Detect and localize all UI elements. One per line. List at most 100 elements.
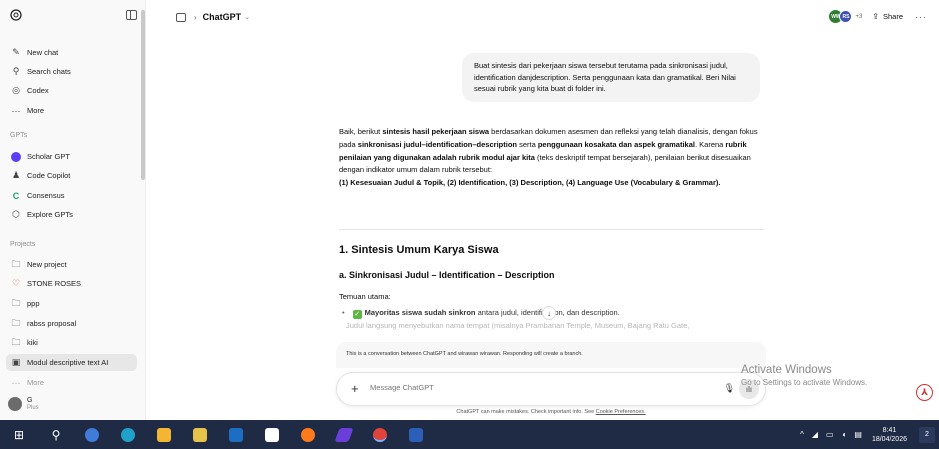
assistant-message: Baik, berikut sintesis hasil pekerjaan s… (339, 126, 764, 190)
branch-notice: This is a conversation between ChatGPT a… (336, 342, 766, 368)
sidebar-item-label: Modul descriptive text AI (27, 358, 109, 367)
breadcrumb: › ChatGPT ⌄ (176, 12, 250, 22)
sidebar-item-search-chats[interactable]: ⚲ Search chats (6, 63, 137, 80)
sidebar-toggle-icon[interactable] (126, 10, 137, 20)
message-input[interactable] (370, 383, 670, 392)
chevron-right-icon: › (194, 12, 197, 22)
sidebar-item-label: Codex (27, 86, 49, 95)
sidebar-item-modul-descriptive-text-ai[interactable]: ▣ Modul descriptive text AI (6, 354, 137, 371)
folder-plus-icon: 🗀 (11, 258, 21, 269)
chevron-down-icon[interactable]: ⌄ (244, 13, 250, 21)
user-message: Buat sintesis dari pekerjaan siswa terse… (462, 53, 760, 102)
more-icon: ··· (11, 377, 21, 388)
sidebar-item-label: ppp (27, 299, 40, 308)
sidebar-item-label: rabss proposal (27, 319, 77, 328)
avatar (8, 397, 22, 411)
subsection-heading: a. Sinkronisasi Judul – Identification –… (339, 270, 555, 280)
cookie-preferences-link[interactable]: Cookie Preferences. (596, 409, 646, 415)
sidebar-item-more[interactable]: ··· More (6, 102, 137, 119)
clock-time: 8:41 (882, 426, 897, 434)
folder-icon: ▣ (11, 357, 21, 367)
folder-icon: 🗀 (11, 317, 21, 328)
consensus-icon: C (12, 190, 20, 201)
answer-text: Baik, berikut (339, 127, 383, 136)
sidebar-item-consensus[interactable]: C Consensus (6, 187, 137, 204)
bullet-bold: Mayoritas siswa sudah sinkron (364, 308, 476, 317)
sidebar-item-label: New chat (27, 48, 59, 57)
sidebar: ✎ New chat ⚲ Search chats ◎ Codex ··· Mo… (0, 0, 146, 420)
acrobat-icon[interactable]: ⅄ (916, 384, 933, 401)
folder-icon: 🗀 (11, 297, 21, 308)
sidebar-item-label: Consensus (27, 191, 65, 200)
word-icon[interactable] (398, 420, 434, 449)
firefox-icon[interactable] (290, 420, 326, 449)
scroll-down-icon[interactable]: ↓ (542, 306, 556, 320)
outlook-icon[interactable] (218, 420, 254, 449)
clock-date: 18/04/2026 (871, 435, 907, 443)
store-icon[interactable] (182, 420, 218, 449)
header-actions: WW RS +3 ⇪ Share ··· (829, 10, 927, 23)
plus-icon[interactable]: + (351, 381, 359, 396)
sidebar-item-explore-gpts[interactable]: ⬡ Explore GPTs (6, 206, 137, 223)
sidebar-item-stone-roses[interactable]: ♡ STONE ROSES (6, 275, 137, 292)
project-icon[interactable] (176, 12, 186, 22)
rubric-criteria: (1) Kesesuaian Judul & Topik, (2) Identi… (339, 178, 721, 188)
code-copilot-icon: ♟ (11, 170, 21, 180)
edge-icon[interactable] (110, 420, 146, 449)
answer-bold: penggunaan kosakata dan aspek gramatikal (537, 139, 695, 149)
search-icon: ⚲ (12, 66, 20, 76)
bullet-dot: • (342, 308, 345, 317)
notification-icon[interactable]: 2 (919, 426, 935, 443)
search-icon[interactable]: ⚲ (38, 420, 74, 449)
more-options-icon[interactable]: ··· (915, 12, 927, 22)
sidebar-item-label: Search chats (27, 67, 71, 76)
more-icon: ··· (11, 105, 21, 116)
share-button[interactable]: ⇪ Share (872, 12, 903, 21)
chevron-up-icon[interactable]: ^ (800, 430, 804, 439)
sidebar-item-new-project[interactable]: 🗀 New project (6, 256, 137, 273)
sidebar-item-rabss-proposal[interactable]: 🗀 rabss proposal (6, 315, 137, 332)
divider (339, 229, 764, 230)
sidebar-item-ppp[interactable]: 🗀 ppp (6, 295, 137, 312)
sidebar-item-scholar-gpt[interactable]: Scholar GPT (6, 148, 137, 165)
keyboard-icon[interactable]: ▤ (854, 430, 862, 439)
sidebar-item-label: Code Copilot (27, 171, 71, 180)
share-icon: ⇪ (872, 12, 879, 21)
sidebar-item-code-copilot[interactable]: ♟ Code Copilot (6, 167, 137, 184)
sidebar-item-projects-more[interactable]: ··· More (6, 374, 137, 391)
user-plan: Plus (27, 405, 39, 411)
app-icon[interactable] (74, 420, 110, 449)
sidebar-item-new-chat[interactable]: ✎ New chat (6, 44, 137, 61)
sidebar-item-kiki[interactable]: 🗀 kiki (6, 334, 137, 351)
battery-icon[interactable]: ▭ (826, 430, 834, 439)
share-label: Share (882, 12, 903, 21)
app-icon[interactable] (326, 420, 362, 449)
mail-icon[interactable] (254, 420, 290, 449)
file-explorer-icon[interactable] (146, 420, 182, 449)
sidebar-top (10, 7, 137, 23)
answer-text: serta (516, 139, 538, 149)
clock[interactable]: 8:41 18/04/2026 (872, 426, 907, 444)
sidebar-item-codex[interactable]: ◎ Codex (6, 82, 137, 99)
edit-icon: ✎ (12, 47, 20, 57)
chatgpt-app: ✎ New chat ⚲ Search chats ◎ Codex ··· Mo… (0, 0, 939, 420)
answer-bold: sinkronisasi judul–identification–descri… (357, 139, 517, 149)
chrome-icon[interactable] (362, 420, 398, 449)
participant-avatar[interactable]: RS (839, 10, 853, 23)
answer-text: . Karena (694, 139, 726, 149)
sidebar-item-label: Scholar GPT (27, 152, 70, 161)
openai-logo-icon[interactable] (10, 9, 22, 21)
watermark-subtitle: Go to Settings to activate Windows. (741, 378, 868, 387)
gpts-section-label: GPTs (10, 132, 28, 139)
scholar-gpt-icon (10, 151, 22, 163)
windows-start-icon[interactable]: ⊞ (0, 420, 38, 449)
microphone-icon[interactable]: 🎙 (724, 383, 735, 394)
faded-text: Judul langsung menyebutkan nama tempat (… (346, 321, 690, 330)
sidebar-scrollbar[interactable] (141, 10, 145, 180)
user-menu[interactable]: G Plus (8, 394, 39, 414)
model-selector[interactable]: ChatGPT (203, 12, 242, 22)
volume-icon[interactable]: ◖ (842, 430, 847, 439)
participant-count[interactable]: +3 (855, 14, 862, 20)
network-icon[interactable]: ◢ (812, 430, 818, 439)
codex-icon: ◎ (12, 85, 20, 95)
